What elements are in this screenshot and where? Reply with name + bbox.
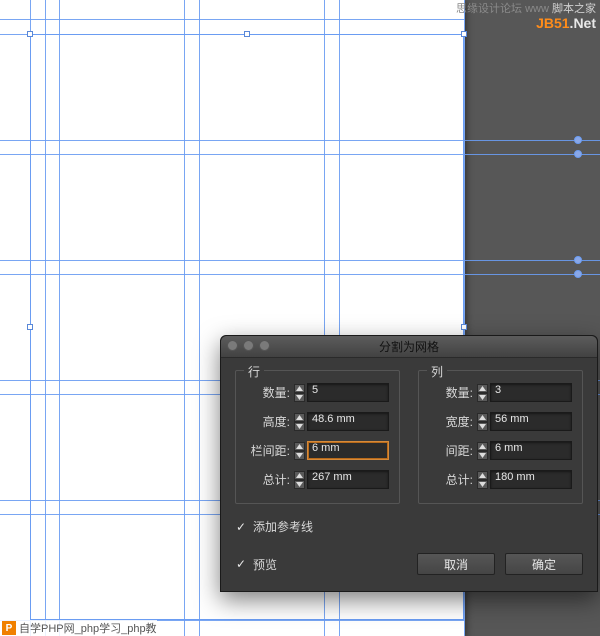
stepper-down-icon[interactable] — [294, 480, 305, 489]
rows-fieldset: 行 数量: 5 高度: — [235, 370, 400, 504]
selection-handle[interactable] — [461, 324, 467, 330]
rows-count-stepper[interactable] — [294, 384, 305, 402]
rows-count-label: 数量: — [246, 384, 290, 401]
checkbox-checked-icon[interactable]: ✓ — [235, 558, 247, 570]
dialog-title: 分割为网格 — [379, 338, 439, 355]
cols-count-label: 数量: — [429, 384, 473, 401]
stepper-down-icon[interactable] — [477, 393, 488, 402]
selection-handle[interactable] — [27, 31, 33, 37]
watermark-text: Net — [573, 15, 596, 31]
cols-width-label: 宽度: — [429, 413, 473, 430]
dialog-titlebar[interactable]: 分割为网格 — [221, 336, 597, 358]
selection-handle[interactable] — [461, 31, 467, 37]
guide-endpoint[interactable] — [574, 256, 582, 264]
stepper-up-icon[interactable] — [477, 384, 488, 393]
preview-checkbox-row[interactable]: ✓ 预览 — [235, 556, 277, 573]
rows-height-label: 高度: — [246, 413, 290, 430]
selection-handle[interactable] — [27, 324, 33, 330]
cols-fieldset: 列 数量: 3 宽度: — [418, 370, 583, 504]
checkbox-checked-icon[interactable]: ✓ — [235, 521, 247, 533]
cols-total-stepper[interactable] — [477, 471, 488, 489]
cancel-button[interactable]: 取消 — [417, 553, 495, 575]
add-guides-label: 添加参考线 — [253, 518, 313, 535]
cols-gutter-label: 间距: — [429, 442, 473, 459]
rows-total-stepper[interactable] — [294, 471, 305, 489]
add-guides-checkbox-row[interactable]: ✓ 添加参考线 — [235, 518, 583, 535]
watermark: 思缘设计论坛 www 脚本之家 JB51.Net — [456, 2, 596, 30]
cols-count-stepper[interactable] — [477, 384, 488, 402]
guide-endpoint[interactable] — [574, 270, 582, 278]
stepper-up-icon[interactable] — [294, 442, 305, 451]
close-icon[interactable] — [227, 340, 238, 351]
rows-count-input[interactable]: 5 — [307, 383, 389, 402]
rows-height-input[interactable]: 48.6 mm — [307, 412, 389, 431]
rows-gutter-stepper[interactable] — [294, 442, 305, 460]
footer-watermark: P 自学PHP网_php学习_php教 — [0, 620, 157, 636]
guide-endpoint[interactable] — [574, 150, 582, 158]
watermark-text: 脚本之家 — [552, 3, 596, 15]
rows-total-input[interactable]: 267 mm — [307, 470, 389, 489]
footer-text: 自学PHP网_php学习_php教 — [19, 620, 157, 636]
watermark-text: 思缘设计论坛 www — [456, 3, 549, 15]
cols-legend: 列 — [427, 363, 447, 380]
stepper-up-icon[interactable] — [477, 442, 488, 451]
stepper-up-icon[interactable] — [294, 471, 305, 480]
window-controls — [227, 340, 270, 351]
guide-horizontal[interactable] — [0, 19, 465, 20]
cols-count-input[interactable]: 3 — [490, 383, 572, 402]
workspace: 思缘设计论坛 www 脚本之家 JB51.Net P 自学PHP网_php学习_… — [0, 0, 600, 636]
selection-handle[interactable] — [244, 31, 250, 37]
stepper-up-icon[interactable] — [294, 384, 305, 393]
minimize-icon[interactable] — [243, 340, 254, 351]
stepper-up-icon[interactable] — [477, 471, 488, 480]
cols-width-stepper[interactable] — [477, 413, 488, 431]
guide-endpoint[interactable] — [574, 136, 582, 144]
watermark-text: JB51 — [536, 15, 569, 31]
zoom-icon[interactable] — [259, 340, 270, 351]
cols-total-label: 总计: — [429, 471, 473, 488]
stepper-down-icon[interactable] — [294, 451, 305, 460]
rows-legend: 行 — [244, 363, 264, 380]
stepper-up-icon[interactable] — [477, 413, 488, 422]
split-into-grid-dialog: 分割为网格 行 数量: 5 高度: — [220, 335, 598, 592]
stepper-down-icon[interactable] — [477, 422, 488, 431]
rows-height-stepper[interactable] — [294, 413, 305, 431]
logo-icon: P — [2, 621, 16, 635]
cols-width-input[interactable]: 56 mm — [490, 412, 572, 431]
cols-gutter-stepper[interactable] — [477, 442, 488, 460]
preview-label: 预览 — [253, 556, 277, 573]
ok-button[interactable]: 确定 — [505, 553, 583, 575]
dialog-body: 行 数量: 5 高度: — [221, 358, 597, 591]
stepper-down-icon[interactable] — [477, 451, 488, 460]
stepper-down-icon[interactable] — [294, 393, 305, 402]
cols-gutter-input[interactable]: 6 mm — [490, 441, 572, 460]
stepper-down-icon[interactable] — [477, 480, 488, 489]
cols-total-input[interactable]: 180 mm — [490, 470, 572, 489]
rows-gutter-input[interactable]: 6 mm — [307, 441, 389, 460]
stepper-down-icon[interactable] — [294, 422, 305, 431]
rows-total-label: 总计: — [246, 471, 290, 488]
rows-gutter-label: 栏间距: — [246, 442, 290, 459]
stepper-up-icon[interactable] — [294, 413, 305, 422]
